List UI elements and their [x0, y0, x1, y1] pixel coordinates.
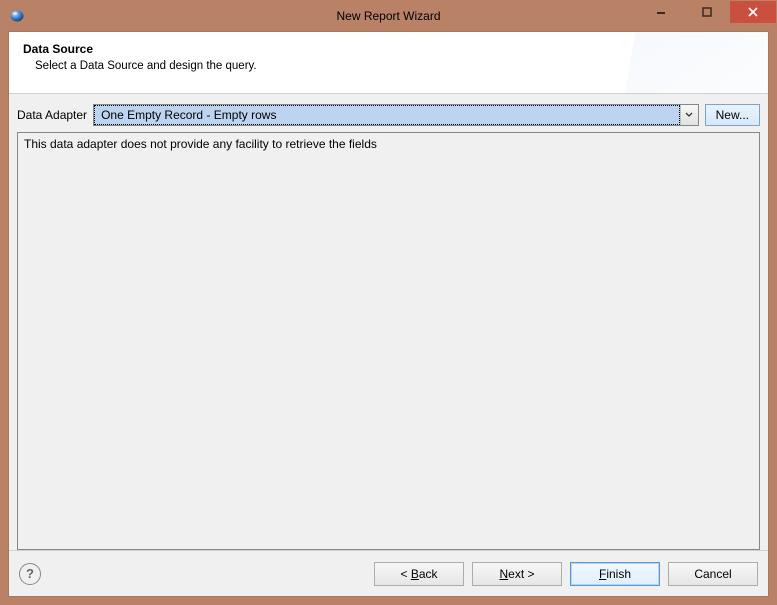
wizard-footer: ? < Back Next > Finish Cancel: [9, 550, 768, 596]
back-button[interactable]: < Back: [374, 562, 464, 586]
data-adapter-combo[interactable]: One Empty Record - Empty rows: [93, 104, 699, 126]
fields-message: This data adapter does not provide any f…: [24, 137, 753, 151]
next-mnemonic: N: [499, 567, 508, 581]
data-adapter-row: Data Adapter One Empty Record - Empty ro…: [17, 104, 760, 126]
app-icon: [9, 8, 25, 24]
client-area: Data Source Select a Data Source and des…: [8, 31, 769, 597]
back-rest: ack: [419, 567, 438, 581]
maximize-icon: [702, 7, 712, 17]
combo-dropdown-button[interactable]: [680, 105, 698, 125]
wizard-header-title: Data Source: [23, 42, 754, 56]
wizard-body: Data Adapter One Empty Record - Empty ro…: [9, 94, 768, 550]
window-controls: [638, 1, 776, 31]
title-bar: New Report Wizard: [1, 1, 776, 31]
back-mnemonic: B: [411, 567, 419, 581]
chevron-down-icon: [685, 112, 693, 118]
wizard-header: Data Source Select a Data Source and des…: [9, 32, 768, 94]
new-adapter-button[interactable]: New...: [705, 104, 760, 126]
wizard-header-subtitle: Select a Data Source and design the quer…: [35, 60, 754, 72]
next-rest: ext >: [508, 567, 534, 581]
window-frame-inner: New Report Wizard: [1, 1, 776, 604]
data-adapter-selected: One Empty Record - Empty rows: [94, 105, 680, 125]
data-adapter-label: Data Adapter: [17, 108, 87, 122]
window-frame: New Report Wizard: [0, 0, 777, 605]
minimize-icon: [656, 7, 666, 17]
help-icon: ?: [26, 566, 34, 581]
back-prefix: <: [400, 567, 410, 581]
fields-area: This data adapter does not provide any f…: [17, 132, 760, 550]
maximize-button[interactable]: [684, 1, 730, 23]
next-button[interactable]: Next >: [472, 562, 562, 586]
help-button[interactable]: ?: [19, 563, 41, 585]
cancel-button[interactable]: Cancel: [668, 562, 758, 586]
finish-button[interactable]: Finish: [570, 562, 660, 586]
close-icon: [747, 6, 759, 18]
close-button[interactable]: [730, 1, 776, 23]
minimize-button[interactable]: [638, 1, 684, 23]
finish-rest: inish: [606, 567, 631, 581]
